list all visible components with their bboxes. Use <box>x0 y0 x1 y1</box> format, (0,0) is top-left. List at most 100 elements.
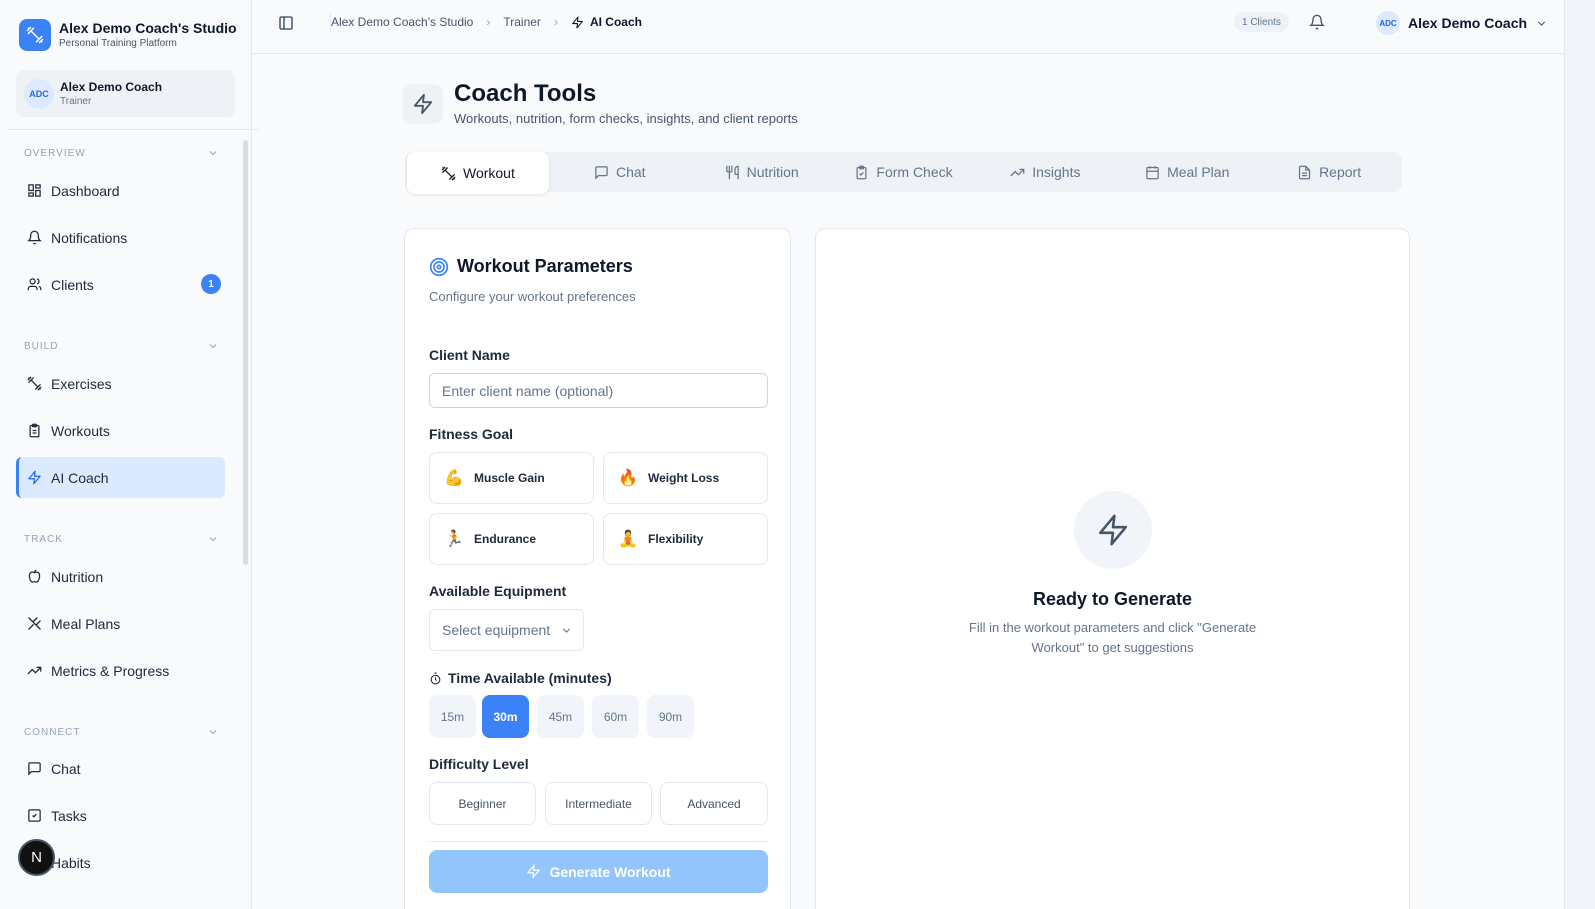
tab-label: Insights <box>1032 164 1081 180</box>
zap-icon <box>526 864 541 879</box>
dumbbell-icon <box>441 166 456 181</box>
tab-label: Form Check <box>876 164 953 180</box>
goal-endurance[interactable]: 🏃 Endurance <box>429 513 594 565</box>
goal-muscle-gain[interactable]: 💪 Muscle Gain <box>429 452 594 504</box>
sidebar-item-label: Nutrition <box>51 568 104 585</box>
sidebar-item-meal-plans[interactable]: Meal Plans <box>16 603 225 644</box>
time-available-label: Time Available (minutes) <box>429 670 612 686</box>
section-connect[interactable]: CONNECT <box>24 726 219 738</box>
sidebar-item-clients[interactable]: Clients 1 <box>16 264 225 305</box>
timer-icon <box>429 672 442 685</box>
tab-insights[interactable]: Insights <box>974 152 1116 192</box>
section-overview[interactable]: OVERVIEW <box>24 147 219 159</box>
sidebar-item-chat[interactable]: Chat <box>16 748 225 789</box>
tab-nutrition[interactable]: Nutrition <box>691 152 833 192</box>
goal-label: Muscle Gain <box>474 471 545 485</box>
section-label: OVERVIEW <box>24 147 86 159</box>
sidebar-item-exercises[interactable]: Exercises <box>16 363 225 404</box>
chevron-down-icon <box>560 624 573 637</box>
chevron-right-icon: › <box>553 15 558 29</box>
tab-label: Workout <box>462 165 515 181</box>
sidebar-item-workouts[interactable]: Workouts <box>16 410 225 451</box>
sidebar-item-ai-coach[interactable]: AI Coach <box>16 457 225 498</box>
sidebar-item-label: Workouts <box>51 422 110 439</box>
chevron-down-icon <box>209 151 217 156</box>
bell-icon <box>26 230 42 246</box>
page-scrollbar[interactable] <box>1564 0 1595 909</box>
difficulty-beginner[interactable]: Beginner <box>429 782 536 825</box>
sidebar-item-notifications[interactable]: Notifications <box>16 217 225 258</box>
breadcrumb-studio[interactable]: Alex Demo Coach's Studio <box>331 15 473 29</box>
user-role: Trainer <box>60 95 92 107</box>
client-name-input[interactable] <box>429 373 768 408</box>
utensils-crossed-icon <box>26 616 42 632</box>
time-option-30[interactable]: 30m <box>482 695 529 738</box>
chevron-right-icon: › <box>486 15 491 29</box>
equipment-select[interactable]: Select equipment <box>429 609 584 651</box>
difficulty-intermediate[interactable]: Intermediate <box>545 782 652 825</box>
time-option-45[interactable]: 45m <box>537 695 584 738</box>
tab-label: Chat <box>616 164 646 180</box>
empty-state-title: Ready to Generate <box>1032 589 1193 609</box>
difficulty-advanced[interactable]: Advanced <box>660 782 768 825</box>
clients-count-badge: 1 Clients <box>1234 12 1289 32</box>
target-icon <box>429 257 449 277</box>
dev-tools-button[interactable]: N <box>18 839 55 876</box>
section-track[interactable]: TRACK <box>24 533 219 545</box>
avatar: ADC <box>24 78 54 109</box>
breadcrumb-current: AI Coach <box>571 15 642 29</box>
chevron-down-icon <box>1537 20 1546 26</box>
sidebar-item-dashboard[interactable]: Dashboard <box>16 170 225 211</box>
sidebar-scrollbar[interactable] <box>243 140 248 565</box>
sidebar-item-label: Exercises <box>51 375 112 392</box>
goal-label: Weight Loss <box>648 471 720 485</box>
chevron-down-icon <box>209 344 217 349</box>
yoga-icon: 🧘 <box>618 531 638 548</box>
tab-chat[interactable]: Chat <box>549 152 691 192</box>
brand-name: Alex Demo Coach's Studio <box>59 20 237 36</box>
client-name-label: Client Name <box>429 347 510 363</box>
goal-label: Flexibility <box>648 532 704 546</box>
card-title-text: Workout Parameters <box>457 256 633 276</box>
user-menu[interactable]: ADC Alex Demo Coach <box>1376 11 1548 35</box>
tab-meal-plan[interactable]: Meal Plan <box>1116 152 1258 192</box>
generate-workout-button[interactable]: Generate Workout <box>429 850 768 893</box>
breadcrumb-ai-coach: AI Coach <box>589 15 642 29</box>
count-badge: 1 <box>201 274 221 294</box>
section-build[interactable]: BUILD <box>24 340 219 352</box>
chevron-down-icon <box>209 730 217 735</box>
apple-icon <box>26 569 42 585</box>
time-option-15[interactable]: 15m <box>429 695 476 738</box>
goal-weight-loss[interactable]: 🔥 Weight Loss <box>603 452 768 504</box>
calendar-icon <box>1145 165 1160 180</box>
fire-icon: 🔥 <box>618 470 638 487</box>
goal-flexibility[interactable]: 🧘 Flexibility <box>603 513 768 565</box>
sidebar-item-label: Clients <box>51 276 94 293</box>
tab-form-check[interactable]: Form Check <box>833 152 975 192</box>
sidebar-item-tasks[interactable]: Tasks <box>16 795 225 836</box>
time-option-90[interactable]: 90m <box>647 695 694 738</box>
sidebar-item-nutrition[interactable]: Nutrition <box>16 556 225 597</box>
sidebar-item-metrics[interactable]: Metrics & Progress <box>16 650 225 691</box>
trending-up-icon <box>1010 165 1025 180</box>
brand[interactable]: Alex Demo Coach's Studio Personal Traini… <box>19 19 237 51</box>
tab-report[interactable]: Report <box>1258 152 1400 192</box>
breadcrumb-trainer[interactable]: Trainer <box>503 15 541 29</box>
section-label: BUILD <box>24 340 59 352</box>
sidebar-toggle-icon[interactable] <box>278 15 294 31</box>
page-subtitle: Workouts, nutrition, form checks, insigh… <box>454 111 798 126</box>
page-title: Coach Tools <box>454 80 597 107</box>
bell-icon[interactable] <box>1308 14 1326 35</box>
tab-workout[interactable]: Workout <box>407 152 549 194</box>
time-option-60[interactable]: 60m <box>592 695 639 738</box>
user-name: Alex Demo Coach <box>1408 15 1528 31</box>
sidebar-item-label: AI Coach <box>51 469 109 486</box>
breadcrumb: Alex Demo Coach's Studio › Trainer › AI … <box>331 15 642 29</box>
runner-icon: 🏃 <box>444 531 464 548</box>
tab-label: Report <box>1319 164 1362 180</box>
difficulty-label: Difficulty Level <box>429 756 529 772</box>
empty-state-message: Fill in the workout parameters and click… <box>968 620 1257 655</box>
brand-subtitle: Personal Training Platform <box>59 38 177 49</box>
zap-icon <box>26 470 42 486</box>
user-card[interactable]: ADC Alex Demo Coach Trainer <box>16 70 235 117</box>
